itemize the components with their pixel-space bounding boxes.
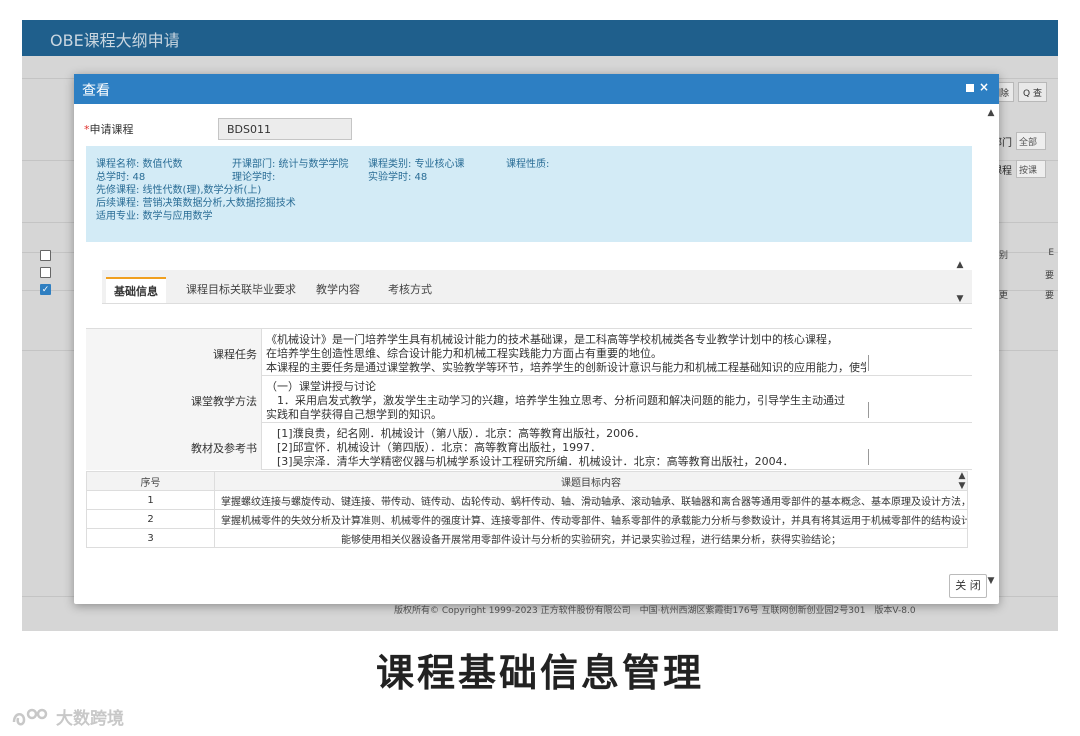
- applicable-major: 适用专业: 数学与应用数学: [96, 211, 213, 222]
- scroll-up-icon[interactable]: ▲: [954, 260, 966, 270]
- course-task-label: 课程任务: [86, 329, 262, 376]
- scroll-down-icon[interactable]: ▼: [954, 294, 966, 304]
- tab-assessment[interactable]: 考核方式: [380, 277, 440, 301]
- prerequisite-courses: 先修课程: 线性代数(理),数学分析(上): [96, 185, 262, 196]
- course-goals-table: 序号 课题目标内容 1 掌握螺纹连接与螺旋传动、键连接、带传动、链传动、齿轮传动…: [86, 471, 968, 548]
- course-nature: 课程性质:: [506, 159, 550, 170]
- table-row: 教材及参考书 [1]濮良贵，纪名刚．机械设计（第八版）．北京：高等教育出版社，2…: [86, 423, 972, 470]
- dialog-title: 查看: [82, 83, 110, 99]
- goal-number: 2: [86, 509, 215, 529]
- course-select[interactable]: 按课: [1016, 160, 1046, 178]
- cell-text: 更: [998, 291, 1008, 301]
- table-row: 课堂教学方法 （一）课堂讲授与讨论 1．采用启发式教学，激发学生主动学习的兴趣，…: [86, 376, 972, 423]
- scroll-down-icon[interactable]: ▼: [956, 481, 968, 491]
- maximize-icon[interactable]: [965, 84, 974, 92]
- cell-text: 要: [1044, 291, 1054, 301]
- teaching-method-label: 课堂教学方法: [86, 376, 262, 423]
- dialog-header: 查看 ×: [74, 74, 999, 104]
- course-task-text[interactable]: 《机械设计》是一门培养学生具有机械设计能力的技术基础课，是工科高等学校机械类各专…: [266, 333, 866, 373]
- course-department: 开课部门: 统计与数学学院: [232, 159, 349, 170]
- column-header-no: 序号: [86, 471, 215, 491]
- textbook-text[interactable]: [1]濮良贵，纪名刚．机械设计（第八版）．北京：高等教育出版社，2006． [2…: [266, 427, 866, 467]
- textbook-label: 教材及参考书: [86, 423, 262, 470]
- close-icon[interactable]: ×: [979, 80, 989, 94]
- course-filter: 课程 按课: [992, 160, 1058, 178]
- page-caption: 课程基础信息管理: [375, 651, 704, 695]
- footer-copyright: 版权所有© Copyright 1999-2023 正方软件股份有限公司 中国·…: [394, 606, 916, 616]
- goal-content: 掌握螺纹连接与螺旋传动、键连接、带传动、链传动、齿轮传动、蜗杆传动、轴、滑动轴承…: [214, 490, 968, 510]
- watermark-text: 大数跨境: [56, 709, 124, 729]
- column-header-content: 课题目标内容: [214, 471, 968, 491]
- required-course-label: *申请课程: [84, 123, 134, 136]
- department-select[interactable]: 全部: [1016, 132, 1046, 150]
- tab-teaching-content[interactable]: 教学内容: [308, 277, 368, 301]
- basic-info-table: 课程任务 《机械设计》是一门培养学生具有机械设计能力的技术基础课，是工科高等学校…: [86, 328, 972, 470]
- checkbox-checked[interactable]: ✓: [40, 284, 51, 295]
- watermark-logo-icon: [12, 708, 48, 725]
- followup-courses: 后续课程: 营销决策数据分析,大数据挖掘技术: [96, 198, 296, 209]
- dialog-scrollbar[interactable]: ▲ ▼: [985, 108, 997, 590]
- table-row: 1 掌握螺纹连接与螺旋传动、键连接、带传动、链传动、齿轮传动、蜗杆传动、轴、滑动…: [86, 490, 968, 510]
- table-row: 课程任务 《机械设计》是一门培养学生具有机械设计能力的技术基础课，是工科高等学校…: [86, 329, 972, 376]
- checkbox[interactable]: [40, 267, 51, 278]
- watermark: 大数跨境: [10, 704, 124, 729]
- row-checkboxes: ✓: [40, 250, 51, 301]
- app-header: OBE课程大纲申请: [22, 20, 1058, 56]
- close-button[interactable]: 关 闭: [949, 574, 987, 598]
- goals-scrollbar[interactable]: ▲ ▼: [956, 471, 968, 493]
- scroll-up-icon[interactable]: ▲: [956, 471, 968, 481]
- goal-number: 3: [86, 528, 215, 548]
- app-title: OBE课程大纲申请: [50, 31, 180, 50]
- checkbox[interactable]: [40, 250, 51, 261]
- tabs-scrollbar[interactable]: ▲ ▼: [954, 260, 966, 310]
- view-dialog: 查看 × ▲ ▼ *申请课程 BDS011 课程名称: 数值代数 开课部门: 统…: [74, 74, 999, 604]
- lab-hours: 实验学时: 48: [368, 172, 428, 183]
- course-category: 课程类别: 专业核心课: [368, 159, 465, 170]
- course-code-input[interactable]: BDS011: [218, 118, 352, 140]
- course-name: 课程名称: 数值代数: [96, 159, 183, 170]
- tab-bar: 基础信息 课程目标关联毕业要求 教学内容 考核方式: [102, 270, 972, 304]
- total-hours: 总学时: 48: [96, 172, 146, 183]
- teaching-method-text[interactable]: （一）课堂讲授与讨论 1．采用启发式教学，激发学生主动学习的兴趣，培养学生独立思…: [266, 380, 866, 420]
- theory-hours: 理论学时:: [232, 172, 276, 183]
- tab-objective-mapping[interactable]: 课程目标关联毕业要求: [178, 277, 304, 301]
- query-button[interactable]: Q 查: [1018, 82, 1047, 102]
- department-filter: 部门 全部: [992, 132, 1058, 150]
- column-header-text: E: [1048, 248, 1054, 258]
- column-header-text: 别: [998, 251, 1008, 261]
- goal-content: 掌握机械零件的失效分析及计算准则、机械零件的强度计算、连接零部件、传动零部件、轴…: [214, 509, 968, 529]
- course-select-row: *申请课程 BDS011: [84, 118, 352, 140]
- table-row: 3 能够使用相关仪器设备开展常用零部件设计与分析的实验研究，并记录实验过程，进行…: [86, 528, 968, 548]
- table-row: 2 掌握机械零件的失效分析及计算准则、机械零件的强度计算、连接零部件、传动零部件…: [86, 509, 968, 529]
- goal-number: 1: [86, 490, 215, 510]
- cell-text: 要: [1044, 271, 1054, 281]
- scroll-up-icon[interactable]: ▲: [985, 108, 997, 118]
- table-header-row: 序号 课题目标内容: [86, 471, 968, 491]
- goal-content: 能够使用相关仪器设备开展常用零部件设计与分析的实验研究，并记录实验过程，进行结果…: [214, 528, 968, 548]
- tab-basic-info[interactable]: 基础信息: [106, 277, 166, 303]
- course-info-panel: 课程名称: 数值代数 开课部门: 统计与数学学院 课程类别: 专业核心课 课程性…: [86, 146, 972, 242]
